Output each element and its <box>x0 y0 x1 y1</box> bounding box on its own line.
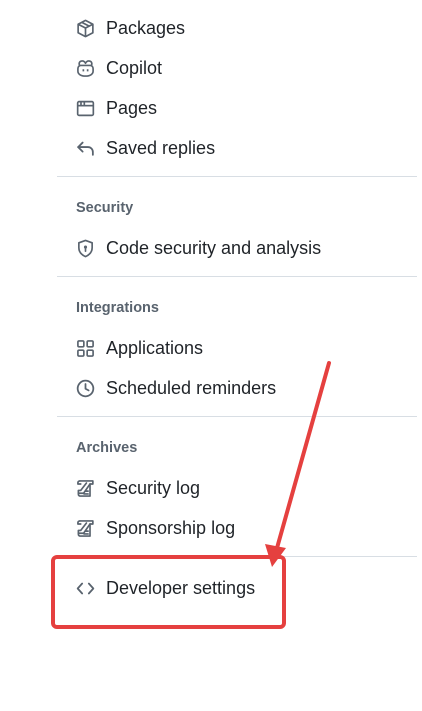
sidebar-item-label: Copilot <box>106 57 163 78</box>
log-icon <box>75 518 95 538</box>
sidebar-item-label: Pages <box>106 97 158 118</box>
clock-icon <box>75 378 95 398</box>
sidebar-item-copilot[interactable]: Copilot <box>65 52 405 84</box>
sidebar-item-pages[interactable]: Pages <box>65 92 405 124</box>
section-heading-security: Security <box>76 200 134 216</box>
section-divider <box>57 176 417 177</box>
sidebar-item-security-log[interactable]: Security log <box>65 472 405 504</box>
copilot-icon <box>75 58 95 78</box>
section-heading-archives: Archives <box>76 440 138 456</box>
apps-icon <box>75 338 95 358</box>
browser-icon <box>75 98 95 118</box>
section-divider <box>57 416 417 417</box>
package-icon <box>75 18 95 38</box>
sidebar-item-label: Saved replies <box>106 137 216 158</box>
sidebar-item-applications[interactable]: Applications <box>65 332 405 364</box>
sidebar-item-label: Applications <box>106 337 204 358</box>
section-divider <box>57 276 417 277</box>
sidebar-item-code-security[interactable]: Code security and analysis <box>65 232 405 264</box>
sidebar-item-label: Security log <box>106 477 201 498</box>
reply-icon <box>75 138 95 158</box>
sidebar-item-label: Code security and analysis <box>106 237 322 258</box>
section-heading-integrations: Integrations <box>76 300 159 316</box>
sidebar-item-label: Packages <box>106 17 186 38</box>
section-divider <box>57 556 417 557</box>
sidebar-item-label: Sponsorship log <box>106 517 236 538</box>
sidebar-item-label: Scheduled reminders <box>106 377 277 398</box>
code-icon <box>75 578 95 598</box>
shield-lock-icon <box>75 238 95 258</box>
sidebar-item-packages[interactable]: Packages <box>65 12 405 44</box>
sidebar-item-label: Developer settings <box>106 577 256 598</box>
sidebar-item-developer-settings[interactable]: Developer settings <box>65 572 405 604</box>
sidebar-item-sponsorship-log[interactable]: Sponsorship log <box>65 512 405 544</box>
sidebar-item-saved-replies[interactable]: Saved replies <box>65 132 405 164</box>
sidebar-item-scheduled-reminders[interactable]: Scheduled reminders <box>65 372 405 404</box>
log-icon <box>75 478 95 498</box>
